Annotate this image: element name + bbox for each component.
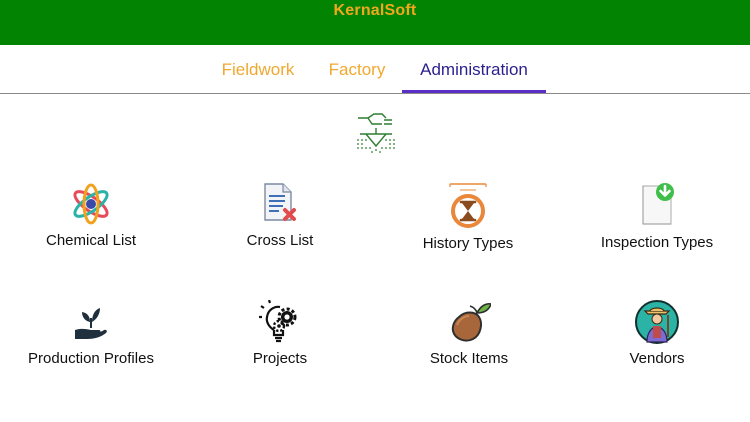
tile-stock-items[interactable]: Stock Items [375,299,563,367]
tile-history-types[interactable]: History Types [374,181,562,252]
tile-label: Stock Items [429,350,509,367]
farmer-icon [635,300,679,344]
field-inspection-icon [350,110,400,156]
tile-production-profiles[interactable]: Production Profiles [0,300,185,367]
tile-label: Vendors [629,350,685,367]
tile-label: Production Profiles [28,350,154,367]
potato-icon [451,302,491,342]
document-cross-icon [264,183,296,221]
lightbulb-gear-icon [259,300,297,343]
app-header: KernalSoft [0,0,750,45]
tile-chemical-list[interactable]: Chemical List [0,182,185,249]
tile-inspection-types[interactable]: Inspection Types [563,180,750,251]
tab-factory[interactable]: Factory [314,45,400,94]
tab-administration[interactable]: Administration [402,45,546,94]
hourglass-icon [449,183,487,228]
tab-fieldwork[interactable]: Fieldwork [207,45,309,94]
partial-next-row-icon [256,417,302,422]
tile-label: Projects [252,350,308,367]
tile-cross-list[interactable]: Cross List [186,181,374,249]
app-title: KernalSoft [333,2,417,19]
tile-projects[interactable]: Projects [186,300,374,367]
document-check-icon [642,183,674,225]
tile-label: History Types [422,235,514,252]
tile-label: Chemical List [45,232,137,249]
tab-bar: Fieldwork Factory Administration [0,45,750,94]
tile-vendors[interactable]: Vendors [563,300,750,367]
tile-label: Cross List [246,232,314,249]
tile-label: Inspection Types [600,234,714,251]
atom-icon [73,183,109,225]
active-tab-indicator [402,90,546,93]
hand-plant-icon [75,308,107,339]
